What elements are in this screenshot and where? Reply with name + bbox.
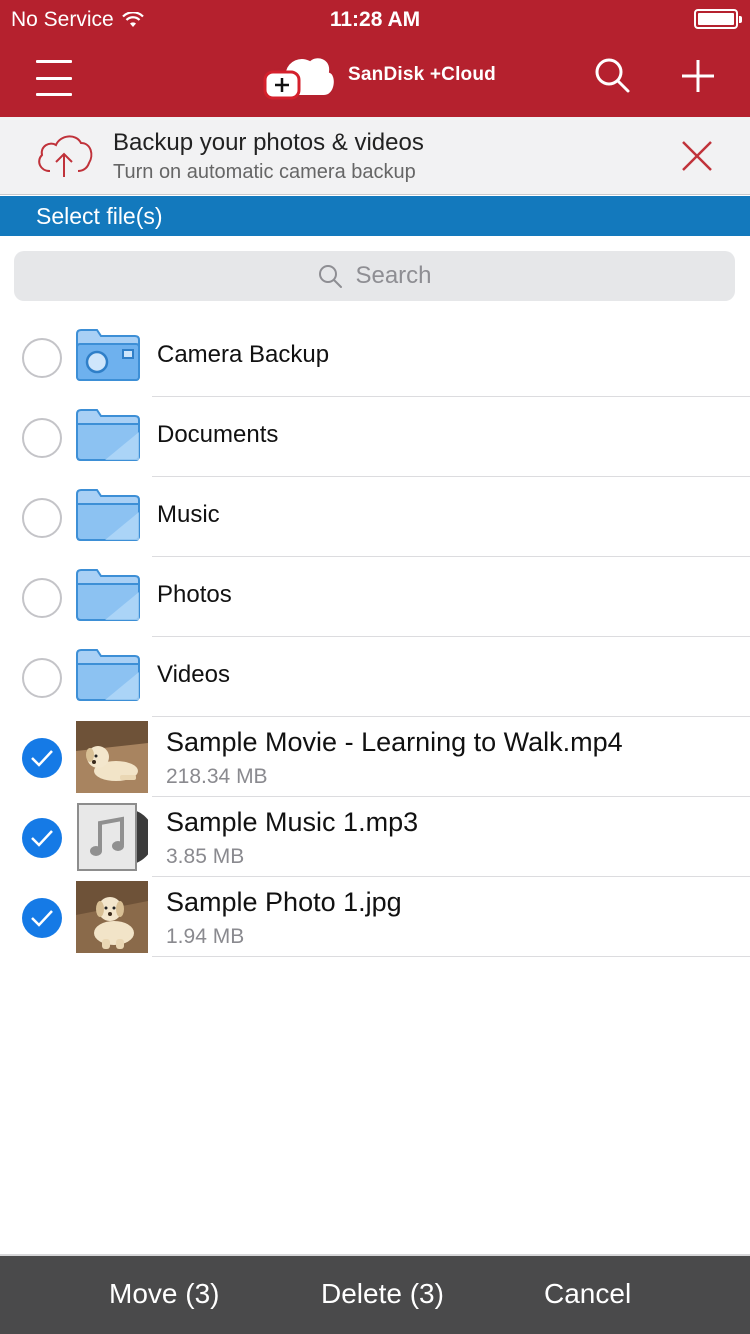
search-icon[interactable] bbox=[590, 54, 634, 98]
banner-title: Backup your photos & videos bbox=[113, 129, 424, 156]
checkmark-icon bbox=[31, 750, 53, 767]
select-radio[interactable] bbox=[22, 338, 62, 378]
battery-icon bbox=[694, 9, 742, 29]
file-size: 218.34 MB bbox=[166, 765, 268, 788]
checkmark-icon bbox=[31, 830, 53, 847]
file-size: 3.85 MB bbox=[166, 845, 245, 868]
puppy-thumbnail bbox=[76, 721, 148, 793]
search-input[interactable]: Search bbox=[14, 251, 735, 301]
select-files-bar: Select file(s) bbox=[0, 196, 750, 236]
folder-icon bbox=[76, 409, 140, 461]
select-radio-checked[interactable] bbox=[22, 898, 62, 938]
select-radio[interactable] bbox=[22, 498, 62, 538]
app-logo: SanDisk +Cloud bbox=[262, 50, 496, 100]
app-name: SanDisk +Cloud bbox=[348, 64, 496, 85]
camera-folder-icon bbox=[76, 329, 140, 381]
app-header: No Service 11:28 AM SanDisk +Cloud bbox=[0, 0, 750, 117]
list-item[interactable]: Videos bbox=[0, 637, 750, 717]
nav-bar: SanDisk +Cloud bbox=[0, 40, 750, 117]
folder-icon bbox=[76, 649, 140, 701]
move-button[interactable]: Move (3) bbox=[109, 1278, 219, 1310]
file-list: Camera Backup Documents Music Photos Vid… bbox=[0, 317, 750, 957]
list-item[interactable]: Camera Backup bbox=[0, 317, 750, 397]
folder-name: Documents bbox=[157, 421, 279, 448]
select-radio[interactable] bbox=[22, 578, 62, 618]
list-item[interactable]: Music bbox=[0, 477, 750, 557]
folder-name: Photos bbox=[157, 581, 232, 608]
folder-icon bbox=[76, 489, 140, 541]
cloud-plus-icon bbox=[263, 56, 336, 100]
bottom-toolbar: Move (3) Delete (3) Cancel bbox=[0, 1254, 750, 1334]
list-item[interactable]: Sample Movie - Learning to Walk.mp4 218.… bbox=[0, 717, 750, 797]
list-item[interactable]: Sample Music 1.mp3 3.85 MB bbox=[0, 797, 750, 877]
delete-button[interactable]: Delete (3) bbox=[321, 1278, 444, 1310]
cancel-button[interactable]: Cancel bbox=[544, 1278, 631, 1310]
select-radio-checked[interactable] bbox=[22, 738, 62, 778]
file-name: Sample Music 1.mp3 bbox=[166, 807, 419, 837]
banner-subtitle: Turn on automatic camera backup bbox=[113, 161, 416, 183]
search-field-icon bbox=[319, 265, 343, 288]
folder-name: Videos bbox=[157, 661, 230, 688]
close-icon[interactable] bbox=[674, 133, 720, 179]
select-radio[interactable] bbox=[22, 658, 62, 698]
list-item[interactable]: Documents bbox=[0, 397, 750, 477]
status-bar: No Service 11:28 AM bbox=[0, 0, 750, 40]
list-item[interactable]: Photos bbox=[0, 557, 750, 637]
app-screen: No Service 11:28 AM SanDisk +Cloud Backu… bbox=[0, 0, 750, 1334]
backup-banner[interactable]: Backup your photos & videos Turn on auto… bbox=[0, 117, 750, 195]
file-name: Sample Photo 1.jpg bbox=[166, 887, 402, 917]
select-radio-checked[interactable] bbox=[22, 818, 62, 858]
checkmark-icon bbox=[31, 910, 53, 927]
hamburger-menu-icon[interactable] bbox=[30, 56, 78, 100]
plus-icon[interactable] bbox=[676, 54, 720, 98]
file-size: 1.94 MB bbox=[166, 925, 245, 948]
folder-name: Camera Backup bbox=[157, 341, 330, 368]
folder-name: Music bbox=[157, 501, 220, 528]
puppy-thumbnail bbox=[76, 881, 148, 953]
list-item[interactable]: Sample Photo 1.jpg 1.94 MB bbox=[0, 877, 750, 957]
clock: 11:28 AM bbox=[329, 8, 421, 31]
music-note-thumbnail bbox=[76, 801, 148, 873]
select-radio[interactable] bbox=[22, 418, 62, 458]
search-placeholder: Search bbox=[355, 262, 432, 289]
folder-icon bbox=[76, 569, 140, 621]
file-name: Sample Movie - Learning to Walk.mp4 bbox=[166, 727, 623, 757]
cloud-upload-icon bbox=[38, 135, 93, 177]
